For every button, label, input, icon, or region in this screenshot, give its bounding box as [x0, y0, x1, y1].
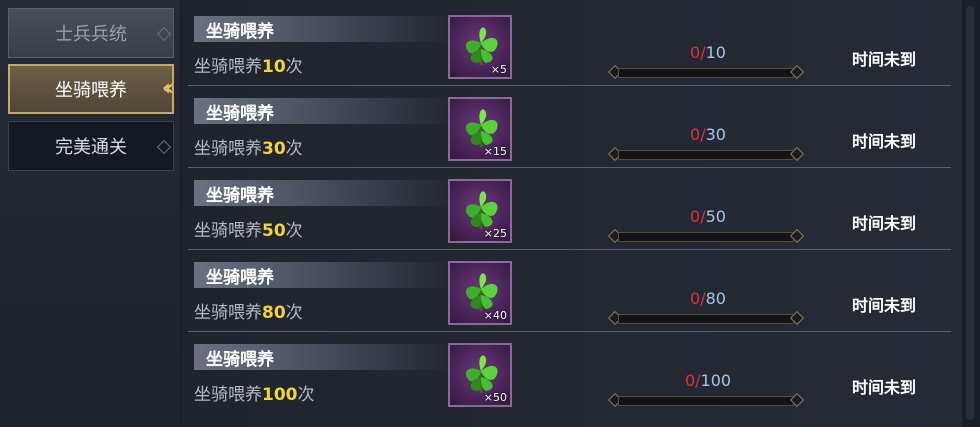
progress-bar — [607, 146, 805, 162]
task-status: 时间未到 — [852, 378, 917, 397]
progress-bar — [607, 392, 805, 408]
sidebar: 士兵兵统 坐骑喂养 ‹‹ 完美通关 — [0, 0, 180, 427]
progress-text: 0/100 — [684, 371, 732, 390]
reward-item[interactable]: ×25 — [448, 179, 512, 243]
task-row: 坐骑喂养 坐骑喂养80次 ×40 0/80 时间未到 — [182, 250, 957, 332]
scrollbar[interactable] — [966, 6, 974, 420]
task-title: 坐骑喂养 — [206, 350, 274, 370]
progress-bar — [607, 64, 805, 80]
reward-quantity: ×15 — [483, 145, 507, 158]
task-status: 时间未到 — [852, 296, 917, 315]
task-title: 坐骑喂养 — [206, 22, 274, 42]
reward-item[interactable]: ×40 — [448, 261, 512, 325]
tab-label: 坐骑喂养 — [55, 80, 127, 101]
reward-item[interactable]: ×15 — [448, 97, 512, 161]
task-row: 坐骑喂养 坐骑喂养10次 ×5 0/10 时间未到 — [182, 4, 957, 86]
tab-label: 完美通关 — [55, 137, 127, 158]
task-description: 坐骑喂养10次 — [194, 57, 303, 77]
diamond-icon — [156, 26, 172, 42]
task-title: 坐骑喂养 — [206, 268, 274, 288]
task-row: 坐骑喂养 坐骑喂养50次 ×25 0/50 时间未到 — [182, 168, 957, 250]
reward-item[interactable]: ×5 — [448, 15, 512, 79]
progress-text: 0/80 — [690, 289, 726, 308]
progress-text: 0/10 — [690, 43, 726, 62]
task-title: 坐骑喂养 — [206, 104, 274, 124]
task-list: 坐骑喂养 坐骑喂养10次 ×5 0/10 时间未到 坐骑喂养 坐骑喂养30次 ×… — [182, 0, 962, 427]
progress-bar — [607, 310, 805, 326]
tab-mount-feeding[interactable]: 坐骑喂养 ‹‹ — [8, 64, 174, 114]
chevron-left-icon: ‹‹ — [161, 76, 174, 101]
progress-text: 0/50 — [690, 207, 726, 226]
task-description: 坐骑喂养50次 — [194, 221, 303, 241]
diamond-icon — [156, 139, 172, 155]
reward-quantity: ×50 — [483, 391, 507, 404]
tab-soldier-command[interactable]: 士兵兵统 — [8, 8, 174, 58]
task-description: 坐骑喂养30次 — [194, 139, 303, 159]
task-title: 坐骑喂养 — [206, 186, 274, 206]
task-description: 坐骑喂养80次 — [194, 303, 303, 323]
task-status: 时间未到 — [852, 214, 917, 233]
reward-quantity: ×5 — [490, 63, 507, 76]
tab-label: 士兵兵统 — [55, 24, 127, 45]
task-row: 坐骑喂养 坐骑喂养100次 ×50 0/100 时间未到 — [182, 332, 957, 414]
task-status: 时间未到 — [852, 132, 917, 151]
reward-quantity: ×40 — [483, 309, 507, 322]
reward-quantity: ×25 — [483, 227, 507, 240]
tab-perfect-clear[interactable]: 完美通关 — [8, 121, 174, 171]
reward-item[interactable]: ×50 — [448, 343, 512, 407]
progress-bar — [607, 228, 805, 244]
task-description: 坐骑喂养100次 — [194, 385, 315, 405]
progress-text: 0/30 — [690, 125, 726, 144]
task-row: 坐骑喂养 坐骑喂养30次 ×15 0/30 时间未到 — [182, 86, 957, 168]
task-status: 时间未到 — [852, 50, 917, 69]
